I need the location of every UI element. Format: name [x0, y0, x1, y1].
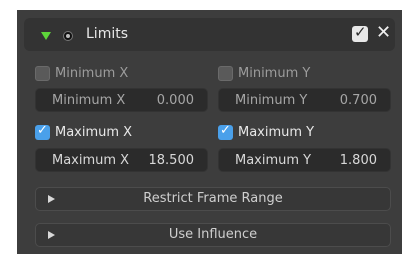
- panel-title: Limits: [86, 26, 128, 42]
- maximum-y-field[interactable]: Maximum Y 1.800: [218, 148, 391, 172]
- record-dot-icon: [63, 31, 73, 41]
- minimum-x-field-label: Minimum X: [52, 93, 126, 108]
- minimum-x-checkbox-label: Minimum X: [55, 66, 129, 81]
- limits-constraint-panel: Limits ✓ ✕ Minimum X Minimum Y Minimum X…: [17, 10, 402, 254]
- maximum-x-value: 18.500: [148, 153, 195, 168]
- maximum-y-value: 1.800: [339, 153, 377, 168]
- minimum-x-value: 0.000: [156, 93, 194, 108]
- maximum-y-checkbox-label: Maximum Y: [238, 125, 315, 140]
- minimum-y-field-label: Minimum Y: [235, 93, 308, 108]
- minimum-x-checkbox[interactable]: [35, 66, 50, 81]
- checkmark-icon: ✓: [220, 123, 231, 138]
- minimum-y-value: 0.700: [339, 93, 377, 108]
- panel-header[interactable]: Limits ✓ ✕: [24, 18, 395, 51]
- minimum-y-checkbox[interactable]: [218, 66, 233, 81]
- minimum-x-field[interactable]: Minimum X 0.000: [35, 88, 208, 112]
- minimum-y-checkbox-label: Minimum Y: [238, 66, 311, 81]
- maximum-y-field-label: Maximum Y: [235, 153, 312, 168]
- expand-triangle-icon[interactable]: [41, 32, 51, 40]
- restrict-frame-range-subpanel[interactable]: Restrict Frame Range: [35, 187, 391, 211]
- maximum-x-checkbox-label: Maximum X: [55, 125, 133, 140]
- checkmark-icon: ✓: [37, 123, 48, 138]
- use-influence-subpanel[interactable]: Use Influence: [35, 223, 391, 247]
- use-influence-label: Use Influence: [168, 227, 258, 242]
- close-icon[interactable]: ✕: [376, 23, 391, 43]
- checkmark-icon: ✓: [354, 23, 367, 41]
- maximum-x-field[interactable]: Maximum X 18.500: [35, 148, 208, 172]
- maximum-y-checkbox[interactable]: ✓: [218, 123, 233, 140]
- restrict-frame-range-label: Restrict Frame Range: [143, 191, 283, 206]
- maximum-x-checkbox[interactable]: ✓: [35, 123, 50, 140]
- enable-constraint-checkbox[interactable]: ✓: [352, 23, 368, 42]
- maximum-x-field-label: Maximum X: [52, 153, 130, 168]
- minimum-y-field[interactable]: Minimum Y 0.700: [218, 88, 391, 112]
